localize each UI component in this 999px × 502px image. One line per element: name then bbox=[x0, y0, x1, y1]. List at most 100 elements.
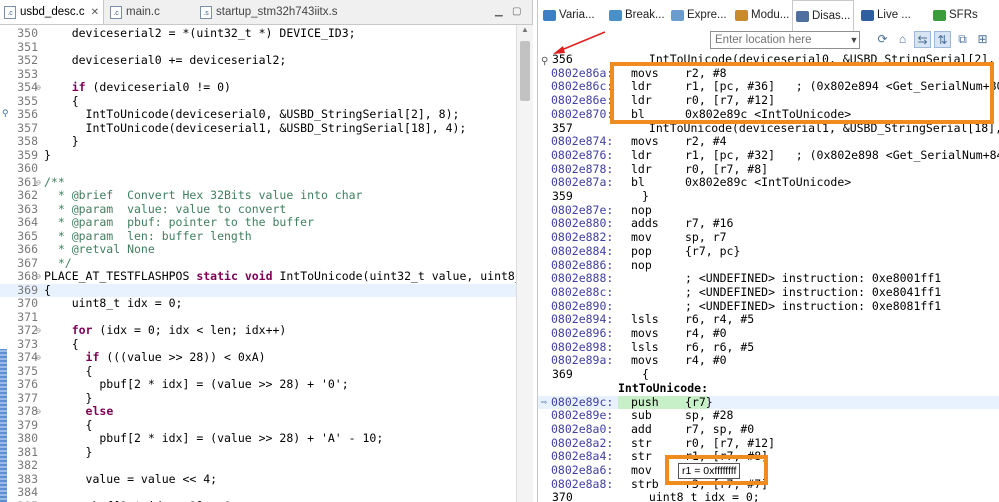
source-line[interactable]: 369 { bbox=[538, 367, 999, 382]
instruction-line[interactable]: 0802e8a8: strb r3, [r7, #7] bbox=[538, 477, 999, 492]
instruction-step-icon[interactable]: ⇅ bbox=[934, 31, 951, 48]
refresh-icon[interactable]: ⟳ bbox=[874, 31, 891, 48]
instruction-line[interactable]: 0802e87a: bl 0x802e89c <IntToUnicode> bbox=[538, 176, 999, 190]
pin-icon[interactable]: ⊞ bbox=[974, 31, 991, 48]
close-icon[interactable]: ✕ bbox=[91, 7, 99, 18]
instruction-line[interactable]: 0802e878: ldr r0, [r7, #8] bbox=[538, 162, 999, 177]
source-line[interactable]: 359 } bbox=[538, 189, 999, 204]
copy-icon[interactable]: ⧉ bbox=[954, 31, 971, 48]
chevron-down-icon[interactable]: ▼ bbox=[848, 31, 860, 49]
code-line[interactable]: 378 else ⊖ bbox=[0, 404, 516, 419]
fold-icon[interactable]: ⊖ bbox=[36, 81, 41, 95]
code-line[interactable]: 356 IntToUnicode(deviceserial0, &USBD_St… bbox=[0, 107, 516, 122]
view-icon bbox=[543, 9, 556, 21]
instruction-line[interactable]: 0802e896: movs r4, #0 bbox=[538, 326, 999, 341]
instruction-mnemonic: sub bbox=[631, 408, 652, 423]
view-tab[interactable]: Disas... bbox=[792, 0, 855, 31]
fold-icon[interactable]: ⊖ bbox=[36, 176, 41, 190]
code-area[interactable]: 350 deviceserial2 = *(uint32_t *) DEVICE… bbox=[0, 25, 516, 502]
home-icon[interactable]: ⌂ bbox=[894, 31, 911, 48]
code-line[interactable]: 363 * @param value: value to convert bbox=[0, 202, 516, 217]
code-line[interactable]: 365 * @param len: buffer length bbox=[0, 229, 516, 244]
fold-icon[interactable]: ⊖ bbox=[36, 351, 41, 365]
code-line[interactable]: 369 { bbox=[0, 283, 516, 297]
instruction-line[interactable]: 0802e886: nop bbox=[538, 258, 999, 273]
fold-icon[interactable]: ⊖ bbox=[36, 324, 41, 338]
link-source-icon[interactable]: ⇆ bbox=[914, 31, 931, 48]
scroll-up-icon[interactable]: ▲ bbox=[517, 25, 533, 39]
fold-icon[interactable]: ⊖ bbox=[36, 270, 41, 284]
instruction-line[interactable]: 0802e884: pop {r7, pc} bbox=[538, 243, 999, 259]
instruction-line[interactable]: 0802e898: lsls r6, r6, #5 bbox=[538, 340, 999, 355]
instruction-line[interactable]: 0802e876: ldr r1, [pc, #32] ; (0x802e898 <… bbox=[538, 148, 999, 163]
function-label[interactable]: IntToUnicode: bbox=[538, 381, 999, 396]
code-line[interactable]: 377 } bbox=[0, 391, 516, 406]
maximize-icon[interactable]: ▢ bbox=[512, 6, 521, 17]
code-line[interactable]: 357 IntToUnicode(deviceserial1, &USBD_St… bbox=[0, 121, 516, 136]
instruction-mnemonic: nop bbox=[631, 202, 652, 217]
code-line[interactable]: 355 { bbox=[0, 94, 516, 109]
instruction-line[interactable]: 0802e880: adds r7, #16 bbox=[538, 217, 999, 231]
code-line[interactable]: 359} bbox=[0, 148, 516, 163]
instruction-line[interactable]: ⇨ 0802e89c: push {r7} bbox=[538, 394, 999, 410]
bookmark-icon[interactable]: ⚲ bbox=[2, 108, 9, 122]
code-line[interactable]: 383 value = value << 4; bbox=[0, 472, 516, 487]
code-line[interactable]: 381 } bbox=[0, 445, 516, 460]
instruction-line[interactable]: 0802e874: movs r2, #4 bbox=[538, 134, 999, 149]
instruction-line[interactable]: 0802e890: ; <UNDEFINED> instruction: 0xe8… bbox=[538, 299, 999, 314]
instruction-line[interactable]: 0802e8a0: add r7, sp, #0 bbox=[538, 421, 999, 437]
code-line[interactable]: 371 bbox=[0, 310, 516, 325]
instruction-line[interactable]: 0802e882: mov sp, r7 bbox=[538, 230, 999, 245]
tab-main[interactable]: .c main.c bbox=[106, 0, 196, 24]
code-line[interactable]: 368 PLACE_AT_TESTFLASHPOS static void Int… bbox=[0, 269, 516, 284]
code-line[interactable]: 351 bbox=[0, 40, 516, 55]
tab-usbd-desc[interactable]: .c usbd_desc.c ✕ bbox=[0, 0, 104, 24]
code-line[interactable]: 384 bbox=[0, 485, 516, 500]
code-line[interactable]: 374 if (((value >> 28)) < 0xA) ⊖ bbox=[0, 350, 516, 365]
instruction-line[interactable]: 0802e8a6:movr3, r2 bbox=[538, 463, 999, 478]
code-line[interactable]: 380 pbuf[2 * idx] = (value >> 28) + 'A' … bbox=[0, 431, 516, 446]
code-line[interactable]: 361 /** ⊖ bbox=[0, 175, 516, 190]
view-tab[interactable]: SFRs bbox=[930, 0, 981, 30]
code-line[interactable]: 372 for (idx = 0; idx < len; idx++) ⊖ bbox=[0, 323, 516, 338]
scrollbar-thumb[interactable] bbox=[520, 41, 530, 101]
view-tab[interactable]: Live ... bbox=[858, 0, 914, 30]
code-line[interactable]: 370 uint8_t idx = 0; bbox=[0, 296, 516, 311]
location-input[interactable] bbox=[710, 31, 860, 49]
code-line[interactable]: 362 * @brief Convert Hex 32Bits value in… bbox=[0, 188, 516, 203]
code-line[interactable]: 367 */ bbox=[0, 256, 516, 271]
code-line[interactable]: 350 deviceserial2 = *(uint32_t *) DEVICE… bbox=[0, 26, 516, 41]
code-line[interactable]: 366 * @retval None bbox=[0, 242, 516, 257]
code-line[interactable]: 375 { bbox=[0, 364, 516, 379]
source-line[interactable]: 370 uint8_t idx = 0; bbox=[538, 491, 999, 502]
view-tab[interactable]: Varia... bbox=[540, 0, 598, 30]
code-line[interactable]: 364 * @param pbuf: pointer to the buffer bbox=[0, 215, 516, 230]
code-line[interactable]: 360 bbox=[0, 161, 516, 176]
instruction-line[interactable]: 0802e888: ; <UNDEFINED> instruction: 0xe8… bbox=[538, 271, 999, 286]
instruction-line[interactable]: 0802e894: lsls r6, r4, #5 bbox=[538, 313, 999, 327]
code-line[interactable]: 354 if (deviceserial0 != 0) ⊖ bbox=[0, 80, 516, 95]
view-tab[interactable]: Expre... bbox=[668, 0, 730, 30]
view-tab[interactable]: Break... bbox=[606, 0, 668, 30]
minimize-icon[interactable]: ▁ bbox=[495, 6, 503, 17]
view-tab[interactable]: Modu... bbox=[732, 0, 792, 30]
instruction-address: 0802e8a0: bbox=[551, 421, 614, 436]
instruction-operands: {r7} bbox=[685, 394, 713, 409]
instruction-line[interactable]: 0802e87e: nop bbox=[538, 202, 999, 218]
fold-icon[interactable]: ⊖ bbox=[36, 405, 41, 419]
tab-startup[interactable]: .s startup_stm32h743iitx.s bbox=[196, 0, 396, 24]
code-line[interactable]: 358 } bbox=[0, 134, 516, 149]
code-line[interactable]: 353 bbox=[0, 67, 516, 82]
instruction-line[interactable]: 0802e89e: sub sp, #28 bbox=[538, 408, 999, 423]
instruction-line[interactable]: 0802e89a: movs r4, #0 bbox=[538, 354, 999, 368]
instruction-address: 0802e884: bbox=[551, 243, 614, 258]
instruction-line[interactable]: 0802e88c: ; <UNDEFINED> instruction: 0xe8… bbox=[538, 285, 999, 300]
code-line[interactable]: 352 deviceserial0 += deviceserial2; bbox=[0, 53, 516, 68]
instruction-line[interactable]: 0802e8a2: str r0, [r7, #12] bbox=[538, 436, 999, 451]
editor-scrollbar[interactable]: ▲ bbox=[516, 25, 533, 502]
code-line[interactable]: 373 { bbox=[0, 337, 516, 352]
code-line[interactable]: 376 pbuf[2 * idx] = (value >> 28) + '0'; bbox=[0, 377, 516, 392]
code-line[interactable]: 382 bbox=[0, 458, 516, 473]
instruction-line[interactable]: 0802e8a4: str r1, [r7, #8] bbox=[538, 450, 999, 464]
code-line[interactable]: 379 { bbox=[0, 418, 516, 433]
